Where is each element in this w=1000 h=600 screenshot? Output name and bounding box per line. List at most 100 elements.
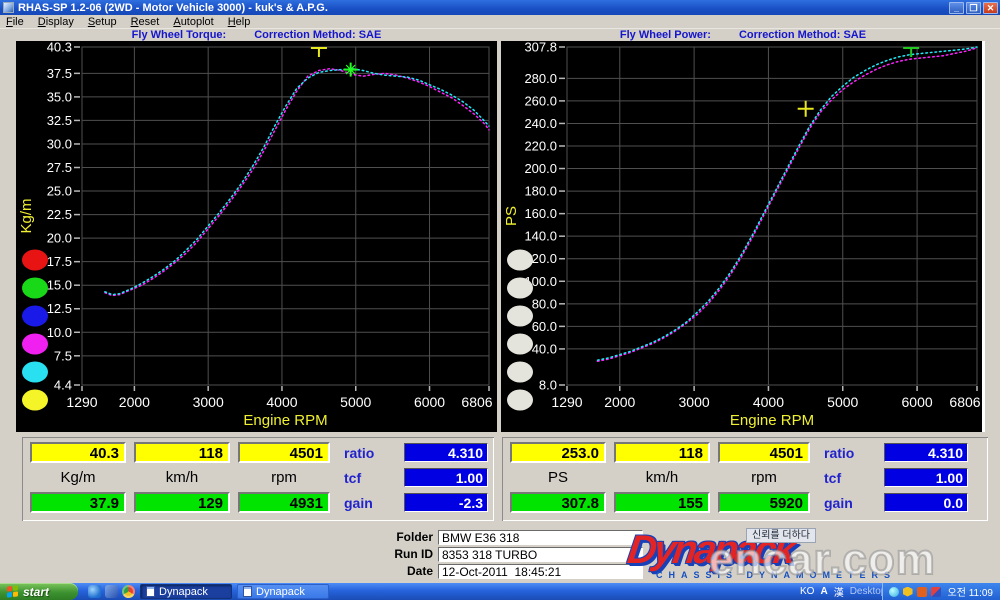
tcf-value: 1.00 [884,468,968,487]
close-button[interactable]: ✕ [983,2,998,14]
ratio-value: 4.310 [884,443,968,462]
run-id-field[interactable]: 8353 318 TURBO [438,547,643,562]
y-tick-label: 8.0 [539,378,557,393]
y-tick-label: 240.0 [524,116,557,131]
legend-dot-3[interactable] [22,306,48,327]
legend-dot-5[interactable] [22,362,48,383]
yellow-cursor-marker[interactable] [798,101,814,117]
y-tick-label: 220.0 [524,138,557,153]
minimize-button[interactable]: _ [949,2,964,14]
x-tick-label: 2000 [119,394,150,410]
rpm-unit-label: rpm [718,469,810,486]
y-tick-label: 15.0 [47,278,72,293]
power-chart-canvas[interactable]: 307.8280.0260.0240.0220.0200.0180.0160.0… [501,41,985,432]
gain-value: -2.3 [404,493,488,512]
x-tick-label: 6000 [902,394,933,410]
menu-setup[interactable]: Setup [88,16,117,28]
legend-dot-4[interactable] [507,334,533,355]
power-unit-label: PS [510,469,606,486]
legend-dot-1[interactable] [22,250,48,271]
torque-cursor-value: 40.3 [30,442,126,463]
y-tick-label: 4.4 [54,378,72,393]
date-row: Date 12-Oct-2011 18:45:21 [370,563,660,579]
task-button-dynapack[interactable]: Dynapack [237,584,329,599]
windows-flag-icon [7,585,18,597]
lang-ko[interactable]: KO [800,586,814,597]
task-button-dynapack-active[interactable]: Dynapack [140,584,232,599]
ratio-label: ratio [824,445,878,461]
legend-dot-6[interactable] [507,390,533,411]
encar-watermark: encar.com [645,536,1000,584]
torque-unit-label: Kg/m [30,469,126,486]
x-tick-label: 5000 [340,394,371,410]
menu-file[interactable]: File [6,16,24,28]
title-bar[interactable]: RHAS-SP 1.2-06 (2WD - Motor Vehicle 3000… [0,0,1000,15]
date-field[interactable]: 12-Oct-2011 18:45:21 [438,564,643,579]
x-tick-label: 6000 [414,394,445,410]
legend-dot-2[interactable] [22,278,48,299]
y-axis-label: Kg/m [18,198,35,233]
torque-chart-title: Fly Wheel Torque: [132,29,227,41]
x-tick-label: 2000 [604,394,635,410]
lang-han[interactable]: 漢 [834,584,844,599]
y-tick-label: 25.0 [47,184,72,199]
y-tick-label: 280.0 [524,71,557,86]
ratio-value: 4.310 [404,443,488,462]
rpm-cursor-value: 4501 [718,442,810,463]
speed-peak-value: 155 [614,492,710,513]
menu-autoplot[interactable]: Autoplot [173,16,213,28]
legend-dot-4[interactable] [22,334,48,355]
x-tick-label: 3000 [193,394,224,410]
rpm-peak-value: 4931 [238,492,330,513]
x-tick-label: 6806 [949,394,980,410]
folder-field[interactable]: BMW E36 318 [438,530,643,545]
menu-display[interactable]: Display [38,16,74,28]
system-tray: 오전 11:09 [882,583,1000,600]
legend-dot-3[interactable] [507,306,533,327]
y-tick-label: 307.8 [524,41,557,55]
window-doc-icon [146,586,155,597]
gain-label: gain [344,495,398,511]
run-id-row: Run ID 8353 318 TURBO [370,546,660,562]
quick-launch-chrome-icon[interactable] [122,585,135,598]
yellow-cursor-marker[interactable] [311,48,327,57]
torque-chart-canvas[interactable]: 40.337.535.032.530.027.525.022.520.017.5… [16,41,497,432]
speed-peak-value: 129 [134,492,230,513]
torque-peak-value: 37.9 [30,492,126,513]
taskbar: start Dynapack Dynapack KO A 漢 Desktop »… [0,583,1000,600]
power-cursor-value: 253.0 [510,442,606,463]
lang-a[interactable]: A [820,586,827,597]
window-doc-icon [243,586,252,597]
menu-help[interactable]: Help [228,16,251,28]
tray-messenger-icon[interactable] [889,587,899,597]
y-tick-label: 60.0 [532,319,557,334]
legend-dot-2[interactable] [507,278,533,299]
folder-label: Folder [370,530,438,544]
torque-chart-header: Fly Wheel Torque: Correction Method: SAE [16,29,497,41]
y-axis-label: PS [503,206,520,226]
x-axis-label: Engine RPM [730,412,814,429]
folder-row: Folder BMW E36 318 [370,529,660,545]
tray-security-shield-icon[interactable] [903,587,913,597]
tray-update-icon[interactable] [917,587,927,597]
start-button[interactable]: start [0,583,78,600]
quick-launch-browser-icon[interactable] [88,585,101,598]
restore-button[interactable]: ❐ [966,2,981,14]
y-tick-label: 22.5 [47,207,72,222]
tray-app-icon[interactable] [931,587,941,597]
gain-label: gain [824,495,878,511]
ratio-label: ratio [344,445,398,461]
y-tick-label: 20.0 [47,231,72,246]
legend-dot-6[interactable] [22,390,48,411]
run-id-label: Run ID [370,547,438,561]
legend-dot-5[interactable] [507,362,533,383]
x-tick-label: 1290 [66,394,97,410]
tcf-value: 1.00 [404,468,488,487]
menu-bar: File Display Setup Reset Autoplot Help [0,15,1000,29]
quick-launch-mail-icon[interactable] [105,585,118,598]
y-tick-label: 27.5 [47,160,72,175]
legend-dot-1[interactable] [507,250,533,271]
menu-reset[interactable]: Reset [131,16,160,28]
speed-unit-label: km/h [614,469,710,486]
y-tick-label: 40.0 [532,341,557,356]
